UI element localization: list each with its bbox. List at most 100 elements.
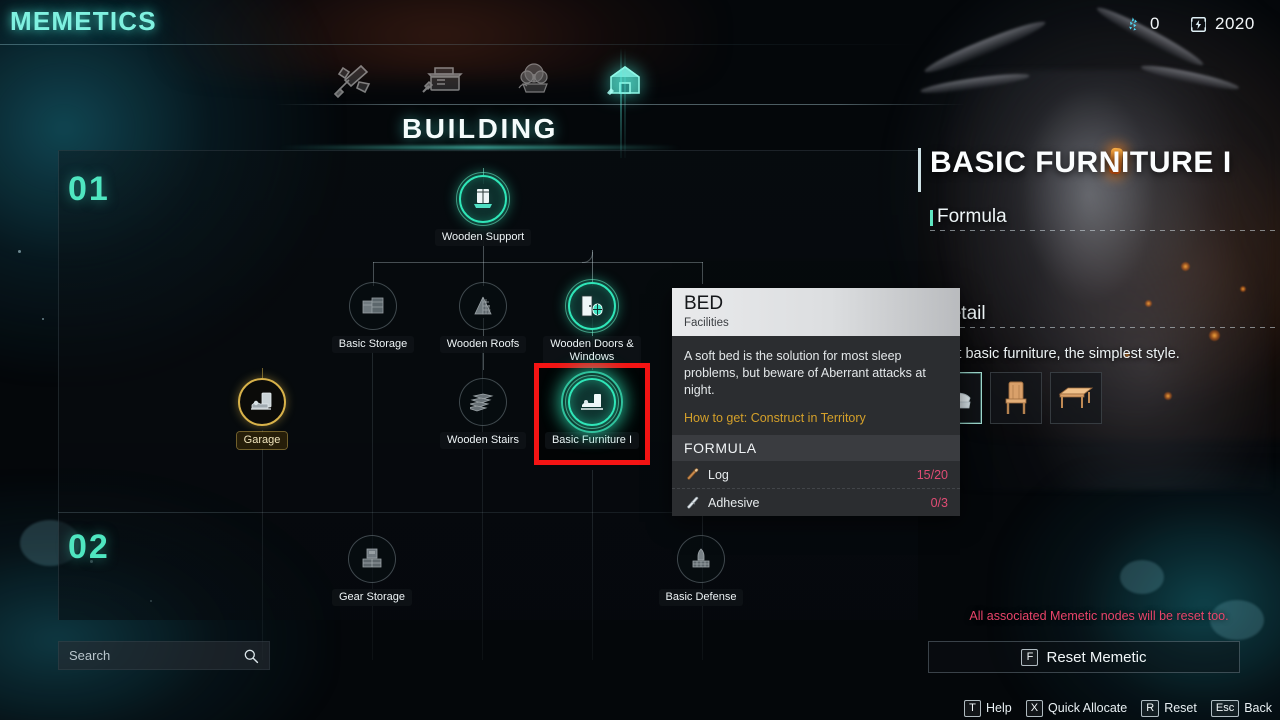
tier-number-01: 01	[68, 170, 110, 208]
detail-panel: BASIC FURNITURE I Formula Detail most ba…	[918, 140, 1280, 640]
chair-icon	[1005, 381, 1027, 414]
category-tab-planting[interactable]	[502, 52, 566, 108]
node-ring	[348, 535, 396, 583]
tooltip-header: BED Facilities	[672, 288, 960, 336]
log-icon	[687, 468, 699, 480]
column-guide	[372, 352, 373, 660]
node-wooden-doors-windows[interactable]: Wooden Doors & Windows	[532, 279, 652, 366]
column-guide	[262, 430, 263, 660]
detail-divider	[930, 327, 1280, 328]
point-icon	[1190, 16, 1207, 32]
wooden-roofs-icon	[474, 296, 492, 315]
node-label: Wooden Stairs	[440, 432, 526, 449]
node-wooden-roofs[interactable]: Wooden Roofs	[423, 282, 543, 353]
hint-help[interactable]: T Help	[963, 699, 1012, 717]
node-ring	[561, 371, 623, 433]
wooden-support-icon	[474, 189, 492, 208]
tooltip-item-name: BED	[684, 293, 724, 314]
key-hint-esc: Esc	[1210, 699, 1240, 717]
node-label: Wooden Doors & Windows	[543, 336, 641, 366]
formula-divider	[930, 230, 1280, 231]
heading-accent	[930, 210, 933, 226]
material-name: Log	[708, 467, 729, 482]
basic-storage-icon	[362, 297, 384, 314]
node-basic-storage[interactable]: Basic Storage	[313, 282, 433, 353]
material-quantity: 0/3	[930, 495, 948, 510]
search-icon[interactable]	[243, 648, 259, 664]
item-tooltip: BED Facilities A soft bed is the solutio…	[672, 288, 960, 516]
formula-slot-table[interactable]	[1050, 372, 1102, 424]
wooden-doors-windows-icon	[581, 295, 603, 317]
hint-label: Quick Allocate	[1048, 701, 1128, 715]
tooltip-formula-heading: FORMULA	[672, 435, 960, 461]
currency-memetic-points: 2020	[1190, 14, 1255, 34]
formula-slot-chair[interactable]	[990, 372, 1042, 424]
connector	[702, 262, 703, 284]
node-garage[interactable]: Garage	[202, 378, 322, 449]
connector	[373, 262, 703, 263]
dust-speck	[42, 318, 44, 320]
node-gear-storage[interactable]: Gear Storage	[312, 535, 432, 606]
weapon-tools-icon	[333, 64, 371, 99]
currency-memetic-shards: 0	[1125, 14, 1160, 34]
workbench-icon	[422, 67, 463, 93]
material-quantity: 15/20	[916, 467, 948, 482]
key-hint-r: R	[1141, 699, 1160, 717]
node-wooden-stairs[interactable]: Wooden Stairs	[423, 378, 543, 449]
category-divider	[275, 104, 965, 105]
node-ring	[459, 378, 507, 426]
search-input[interactable]: Search	[69, 648, 243, 663]
hint-label: Back	[1244, 701, 1272, 715]
garage-icon	[251, 392, 272, 410]
category-tabs	[300, 48, 700, 158]
adhesive-icon	[687, 496, 699, 509]
material-name: Adhesive	[708, 495, 760, 510]
tooltip-item-category: Facilities	[684, 317, 729, 329]
node-label: Basic Furniture I	[544, 432, 640, 449]
detail-panel-title: BASIC FURNITURE I	[930, 146, 1232, 179]
basic-defense-icon	[692, 548, 710, 568]
top-bar: MEMETICS 0 2020	[0, 0, 1280, 46]
reset-memetic-label: Reset Memetic	[1046, 648, 1147, 666]
node-label: Garage	[236, 432, 288, 449]
node-ring	[456, 172, 510, 226]
planting-icon	[518, 63, 548, 93]
section-title-glow	[280, 146, 680, 149]
node-basic-defense[interactable]: Basic Defense	[641, 535, 761, 606]
hint-label: Help	[985, 701, 1012, 715]
node-ring	[677, 535, 725, 583]
wooden-stairs-icon	[470, 393, 494, 412]
connector	[262, 368, 263, 378]
basic-furniture-icon	[581, 394, 603, 410]
currency-value: 0	[1150, 14, 1160, 33]
reset-memetic-button[interactable]: F Reset Memetic	[928, 641, 1240, 673]
hint-label: Reset	[1164, 701, 1197, 715]
node-ring	[565, 279, 619, 333]
section-title: BUILDING	[401, 113, 559, 144]
tooltip-body: A soft bed is the solution for most slee…	[672, 336, 960, 435]
search-box[interactable]: Search	[58, 641, 270, 670]
formula-heading-text: Formula	[937, 206, 1007, 227]
node-label: Gear Storage	[331, 589, 413, 606]
hint-quick-allocate[interactable]: X Quick Allocate	[1025, 699, 1128, 717]
key-hint-x: X	[1025, 699, 1044, 717]
node-wooden-support[interactable]: Wooden Support	[423, 172, 543, 246]
detail-description: most basic furniture, the simplest style…	[930, 346, 1180, 362]
key-hint-f: F	[1021, 648, 1039, 666]
category-tab-workbench[interactable]	[412, 52, 476, 108]
key-hints: T Help X Quick Allocate R Reset Esc Back	[918, 699, 1280, 717]
shard-icon	[1129, 16, 1138, 31]
node-label: Basic Storage	[331, 336, 415, 353]
node-ring	[238, 378, 286, 426]
page-title: MEMETICS	[10, 6, 157, 36]
key-hint-t: T	[963, 699, 981, 717]
hint-reset[interactable]: R Reset	[1141, 699, 1197, 717]
panel-accent-bar	[918, 148, 921, 192]
category-tab-weapons[interactable]	[322, 52, 386, 108]
top-divider	[0, 44, 920, 45]
node-basic-furniture-i[interactable]: Basic Furniture I	[534, 363, 650, 465]
dust-speck	[18, 250, 21, 253]
reset-warning: All associated Memetic nodes will be res…	[969, 609, 1229, 623]
node-label: Wooden Roofs	[439, 336, 527, 353]
hint-back[interactable]: Esc Back	[1210, 699, 1272, 717]
